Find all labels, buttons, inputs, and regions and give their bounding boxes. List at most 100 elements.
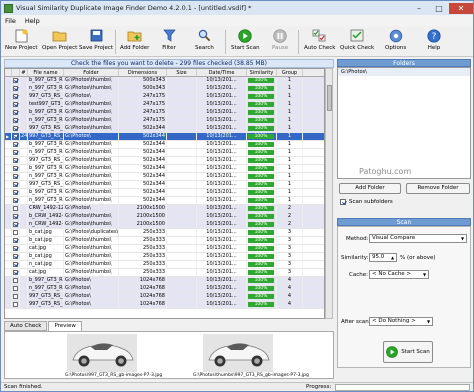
table-row[interactable]: 997_GT3_RS_gb-imagG:\Photos\thumbs\502x3… <box>5 157 324 165</box>
row-checkbox[interactable] <box>13 182 18 187</box>
row-checkbox-cell[interactable] <box>12 285 20 292</box>
table-row[interactable]: CRW_1492-12-2010...G:\Photos\2100x1500 10… <box>5 205 324 213</box>
row-checkbox-cell[interactable] <box>12 133 20 140</box>
table-row[interactable]: 997_GT3_RS_gb-imagG:\Photos\thumbs\502x3… <box>5 125 324 133</box>
col-header-number[interactable]: # <box>20 69 28 76</box>
col-header-check[interactable] <box>12 69 20 76</box>
row-checkbox-cell[interactable] <box>12 125 20 132</box>
row-checkbox[interactable] <box>13 86 18 91</box>
table-row[interactable]: n_997_GT3_RS_gb-imG:\Photos\thumbs\247x1… <box>5 117 324 125</box>
start-scan-button[interactable]: Start Scan <box>231 28 260 56</box>
pause-button[interactable]: Pause <box>272 28 288 56</box>
row-checkbox-cell[interactable] <box>12 269 20 276</box>
row-checkbox[interactable] <box>13 150 18 155</box>
row-checkbox-cell[interactable] <box>12 181 20 188</box>
row-checkbox[interactable] <box>13 222 18 227</box>
help-button[interactable]: ? Help <box>426 28 442 56</box>
row-checkbox[interactable] <box>13 142 18 147</box>
col-header-group[interactable]: Group <box>277 69 303 76</box>
row-checkbox[interactable] <box>13 302 18 307</box>
minimize-button[interactable]: – <box>409 3 429 14</box>
row-checkbox[interactable] <box>13 230 18 235</box>
row-checkbox[interactable] <box>13 118 18 123</box>
open-project-button[interactable]: Open Project <box>42 28 77 56</box>
row-checkbox-cell[interactable] <box>12 229 20 236</box>
table-row[interactable]: n_997_GT3_RS_gb-imG:\Photos\thumbs\502x3… <box>5 197 324 205</box>
table-row[interactable]: 997_GT3_RS_gb-imagG:\Photos\thumbs\502x3… <box>5 181 324 189</box>
row-checkbox[interactable] <box>13 198 18 203</box>
table-row[interactable]: n_997_GT3_RS_gb-imG:\Photos\thumbs\502x3… <box>5 173 324 181</box>
row-checkbox[interactable] <box>13 254 18 259</box>
row-checkbox-cell[interactable] <box>12 261 20 268</box>
row-checkbox[interactable] <box>13 190 18 195</box>
cache-select[interactable]: < No Cache > ▼ <box>369 270 429 279</box>
method-select[interactable]: Visual Compare ▼ <box>369 234 467 243</box>
row-checkbox[interactable] <box>13 214 18 219</box>
similarity-input[interactable]: 95.0 ▲ <box>369 253 397 262</box>
table-row[interactable]: cat.jpg G:\Photos\thumbs\ 250x333 10/13/201… <box>5 245 324 253</box>
table-row[interactable]: 997_GT3_RS_gb-imagG:\Photos\1024x768 10/1… <box>5 301 324 309</box>
folder-item[interactable]: G:\Photos\ <box>338 68 470 76</box>
row-checkbox[interactable] <box>13 246 18 251</box>
table-row[interactable]: b_997_GT3_RS_gb-imG:\Photos\thumbs\500x3… <box>5 77 324 85</box>
table-row[interactable]: 997_GT3_RS_gb-imagG:\Photos\1024x768 10/1… <box>5 293 324 301</box>
auto-check-button[interactable]: Auto Check <box>304 28 335 56</box>
col-header-folder[interactable]: Folder <box>64 69 119 76</box>
results-scrollbar[interactable] <box>325 68 333 319</box>
search-button[interactable]: Search <box>195 28 214 56</box>
row-checkbox-cell[interactable] <box>12 141 20 148</box>
row-checkbox[interactable] <box>13 158 18 163</box>
col-header-datetime[interactable]: Date/Time <box>197 69 247 76</box>
scrollbar-thumb[interactable] <box>327 85 332 111</box>
table-row[interactable]: test997_GT3_RS_gb-imG:\Photos\thumbs\247… <box>5 101 324 109</box>
table-row[interactable]: b_CRW_1492-12-2010G:\Photos\thumbs\2100x… <box>5 213 324 221</box>
tab-auto-check[interactable]: Auto Check <box>4 321 48 331</box>
row-checkbox[interactable] <box>13 174 18 179</box>
col-header-dimensions[interactable]: Dimensions <box>119 69 167 76</box>
table-row[interactable]: n_997_GT3_RS_gb-imG:\Photos\thumbs\500x3… <box>5 85 324 93</box>
add-folder-button[interactable]: Add Folder <box>120 28 149 56</box>
table-row[interactable]: 997_GT3_RS_gb-imageG:\Photos\247x175 10/1… <box>5 93 324 101</box>
row-checkbox-cell[interactable] <box>12 165 20 172</box>
row-checkbox-cell[interactable] <box>12 77 20 84</box>
table-row[interactable]: b_997_GT3_RS_gb-imG:\Photos\thumbs\502x3… <box>5 165 324 173</box>
row-checkbox-cell[interactable] <box>12 221 20 228</box>
table-row[interactable]: b_cat.jpg G:\Photos\thumbs\ 250x333 10/13/2… <box>5 253 324 261</box>
row-checkbox-cell[interactable] <box>12 101 20 108</box>
table-row[interactable]: b_997_GT3_RS_gb-imG:\Photos\thumbs\247x1… <box>5 109 324 117</box>
row-checkbox-cell[interactable] <box>12 117 20 124</box>
table-row[interactable]: n_cat.jpg G:\Photos\thumbs\ 250x333 10/13/2… <box>5 261 324 269</box>
row-checkbox[interactable] <box>13 110 18 115</box>
table-row[interactable]: b_997_GT3_RS_gb-imG:\Photos\thumbs\502x3… <box>5 141 324 149</box>
row-checkbox[interactable] <box>13 102 18 107</box>
row-checkbox[interactable] <box>13 94 18 99</box>
new-project-button[interactable]: New Project <box>5 28 38 56</box>
row-checkbox-cell[interactable] <box>12 205 20 212</box>
folders-list[interactable]: G:\Photos\ Patoghu.com <box>337 67 471 179</box>
add-folder-panel-button[interactable]: Add Folder <box>339 183 401 194</box>
table-row[interactable]: b_cat.jpg G:\Photos\duplicates\ 250x333 10/… <box>5 229 324 237</box>
row-checkbox-cell[interactable] <box>12 189 20 196</box>
quick-check-button[interactable]: Quick Check <box>340 28 374 56</box>
row-checkbox[interactable] <box>13 206 18 211</box>
row-checkbox[interactable] <box>13 294 18 299</box>
menu-file[interactable]: File <box>5 17 16 25</box>
row-checkbox-cell[interactable] <box>12 237 20 244</box>
row-checkbox[interactable] <box>13 78 18 83</box>
row-checkbox-cell[interactable] <box>12 245 20 252</box>
start-scan-panel-button[interactable]: Start Scan <box>383 341 433 363</box>
row-checkbox-cell[interactable] <box>12 253 20 260</box>
options-button[interactable]: Options <box>385 28 406 56</box>
row-checkbox-cell[interactable] <box>12 109 20 116</box>
remove-folder-button[interactable]: Remove Folder <box>406 183 470 194</box>
row-checkbox[interactable] <box>13 134 18 139</box>
table-row[interactable]: b_997_GT3_RS_gb-imG:\Photos\1024x768 10/1… <box>5 277 324 285</box>
after-scan-select[interactable]: < Do Nothing > ▼ <box>369 317 433 326</box>
row-checkbox-cell[interactable] <box>12 173 20 180</box>
table-row[interactable]: b_997_GT3_RS_gb-imG:\Photos\thumbs\502x3… <box>5 189 324 197</box>
row-checkbox-cell[interactable] <box>12 277 20 284</box>
table-row[interactable]: b_cat.jpg G:\Photos\thumbs\ 250x333 10/13/2… <box>5 237 324 245</box>
row-checkbox[interactable] <box>13 238 18 243</box>
table-row[interactable]: n_997_GT3_RS_gb-imG:\Photos\thumbs\502x3… <box>5 149 324 157</box>
row-checkbox[interactable] <box>13 166 18 171</box>
